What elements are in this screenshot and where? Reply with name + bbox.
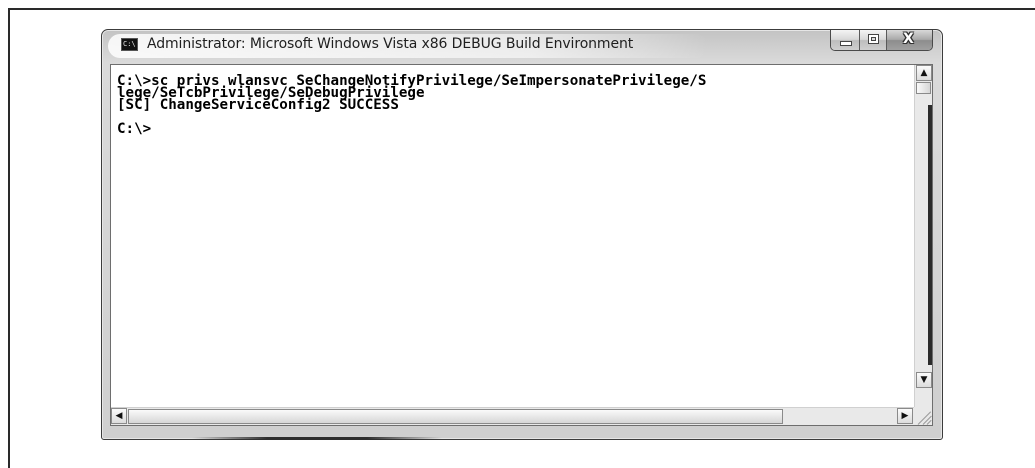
close-icon: X — [903, 31, 914, 47]
maximize-button[interactable] — [859, 30, 886, 50]
maximize-icon — [868, 34, 879, 44]
horizontal-scrollbar[interactable]: ◀ ▶ — [111, 407, 914, 425]
vertical-scroll-thumb[interactable] — [916, 82, 931, 94]
minimize-icon — [840, 41, 852, 46]
window-title: Administrator: Microsoft Windows Vista x… — [147, 36, 634, 52]
scroll-down-icon: ▼ — [920, 375, 928, 385]
scroll-down-button[interactable]: ▼ — [916, 372, 932, 388]
vertical-scroll-track[interactable] — [928, 105, 932, 365]
console-output[interactable]: C:\>sc privs wlansvc SeChangeNotifyPrivi… — [111, 65, 914, 407]
console-icon[interactable]: C:\ — [121, 38, 138, 51]
scroll-up-button[interactable]: ▲ — [916, 65, 932, 81]
resize-grip-icon[interactable] — [914, 407, 932, 425]
minimize-button[interactable] — [831, 30, 859, 50]
scroll-right-button[interactable]: ▶ — [897, 408, 913, 424]
vertical-scrollbar[interactable]: ▲ ▼ — [914, 65, 932, 407]
console-window[interactable]: C:\ Administrator: Microsoft Windows Vis… — [101, 29, 943, 440]
window-bottom-highlight — [192, 437, 442, 440]
scroll-left-icon: ◀ — [115, 411, 123, 421]
title-bar[interactable]: C:\ Administrator: Microsoft Windows Vis… — [102, 30, 942, 60]
console-line: [SC] ChangeServiceConfig2 SUCCESS — [117, 97, 399, 113]
scroll-up-icon: ▲ — [920, 68, 928, 78]
horizontal-scroll-thumb[interactable] — [128, 409, 783, 424]
console-client-area[interactable]: C:\>sc privs wlansvc SeChangeNotifyPrivi… — [110, 64, 933, 426]
close-button[interactable]: X — [886, 30, 932, 50]
scroll-right-icon: ▶ — [901, 411, 909, 421]
caption-buttons: X — [830, 30, 933, 51]
console-prompt: C:\> — [117, 121, 152, 137]
scroll-left-button[interactable]: ◀ — [111, 408, 127, 424]
